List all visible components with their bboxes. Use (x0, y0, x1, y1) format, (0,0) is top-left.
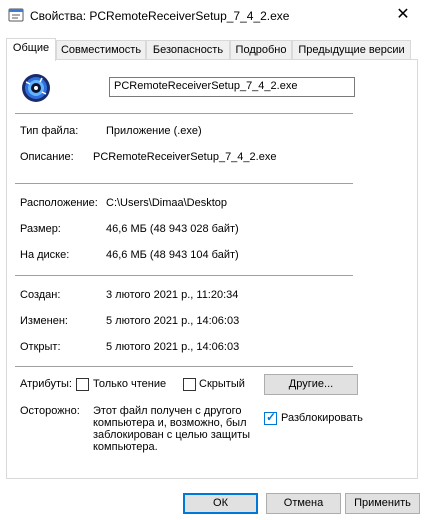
opened-value: 5 лютого 2021 р., 14:06:03 (106, 341, 240, 353)
file-name-field[interactable]: PCRemoteReceiverSetup_7_4_2.exe (109, 77, 355, 97)
attributes-label: Атрибуты: (20, 378, 72, 390)
separator (15, 366, 353, 367)
disk-size-value: 46,6 МБ (48 943 104 байт) (106, 249, 239, 261)
file-icon (20, 72, 52, 104)
size-label: Размер: (20, 223, 61, 235)
title-bar: Свойства: PCRemoteReceiverSetup_7_4_2.ex… (0, 0, 426, 31)
caution-text: Этот файл получен с другого компьютера и… (93, 405, 251, 453)
readonly-checkbox[interactable] (76, 378, 89, 391)
unblock-checkbox[interactable] (264, 410, 277, 425)
other-attributes-button[interactable]: Другие... (264, 374, 358, 395)
description-value: PCRemoteReceiverSetup_7_4_2.exe (93, 151, 277, 163)
unblock-label[interactable]: Разблокировать (281, 412, 363, 424)
location-value: C:\Users\Dimaa\Desktop (106, 197, 228, 209)
tab-compatibility[interactable]: Совместимость (56, 40, 146, 59)
close-icon[interactable]: ✕ (380, 0, 426, 31)
caution-label: Осторожно: (20, 405, 80, 417)
separator (15, 275, 353, 276)
separator (15, 183, 353, 184)
modified-label: Изменен: (20, 315, 68, 327)
properties-app-icon (8, 7, 24, 23)
tab-details[interactable]: Подробно (230, 40, 292, 59)
description-label: Описание: (20, 151, 74, 163)
modified-value: 5 лютого 2021 р., 14:06:03 (106, 315, 240, 327)
apply-button[interactable]: Применить (345, 493, 420, 514)
cancel-button[interactable]: Отмена (266, 493, 341, 514)
hidden-label[interactable]: Скрытый (199, 378, 245, 390)
size-value: 46,6 МБ (48 943 028 байт) (106, 223, 239, 235)
hidden-checkbox[interactable] (183, 378, 196, 391)
ok-button[interactable]: ОК (183, 493, 258, 514)
tab-strip: Общие Совместимость Безопасность Подробн… (6, 38, 418, 61)
separator (15, 113, 353, 114)
disk-size-label: На диске: (20, 249, 70, 261)
type-value: Приложение (.exe) (106, 125, 202, 137)
created-value: 3 лютого 2021 р., 11:20:34 (106, 289, 239, 301)
created-label: Создан: (20, 289, 61, 301)
readonly-label[interactable]: Только чтение (93, 378, 166, 390)
window-title: Свойства: PCRemoteReceiverSetup_7_4_2.ex… (30, 9, 290, 23)
opened-label: Открыт: (20, 341, 61, 353)
location-label: Расположение: (20, 197, 98, 209)
type-label: Тип файла: (20, 125, 79, 137)
tab-general[interactable]: Общие (6, 38, 56, 61)
tab-previous-versions[interactable]: Предыдущие версии (292, 40, 411, 59)
tab-security[interactable]: Безопасность (146, 40, 230, 59)
